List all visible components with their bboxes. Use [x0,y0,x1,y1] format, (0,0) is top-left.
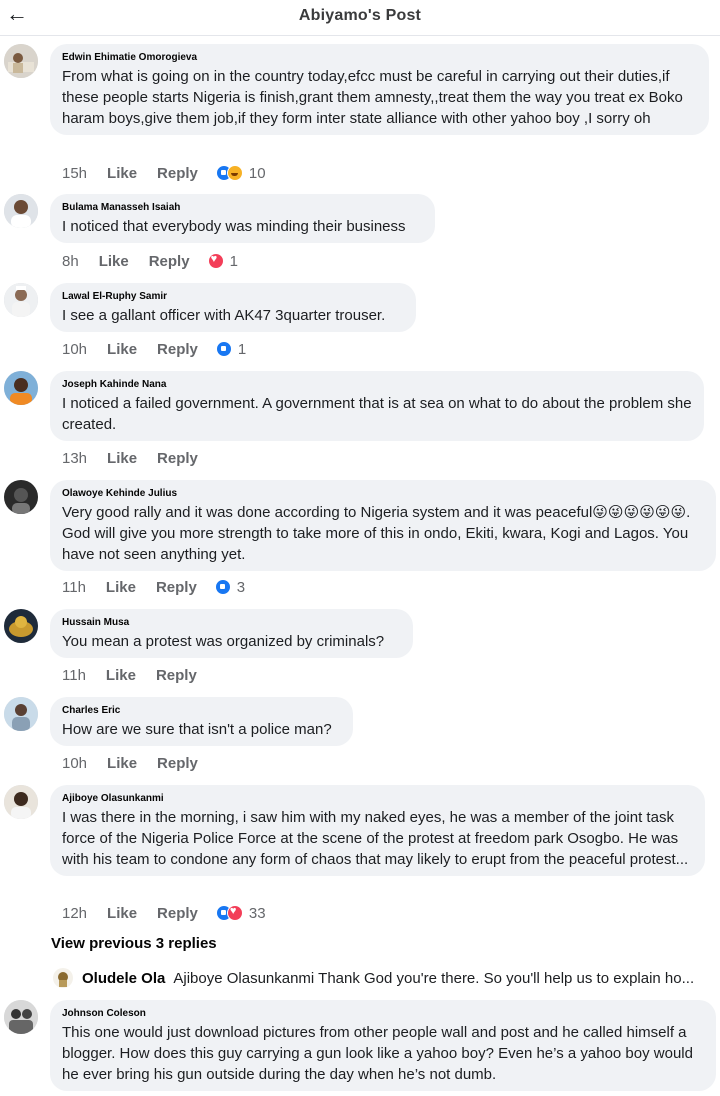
reply-button[interactable]: Reply [156,667,197,684]
comment-bubble: Bulama Manasseh Isaiah I noticed that ev… [50,194,435,243]
comment-author[interactable]: Lawal El-Ruphy Samir [62,290,404,304]
reaction-summary[interactable]: 33 [215,904,266,922]
reply-button[interactable]: Reply [157,341,198,358]
comment-time[interactable]: 11h [62,667,86,684]
avatar[interactable] [4,371,38,405]
like-button[interactable]: Like [106,579,136,596]
comment-time[interactable]: 12h [62,905,87,922]
comment-bubble: Hussain Musa You mean a protest was orga… [50,609,413,658]
avatar[interactable] [4,785,38,819]
view-previous-replies-link[interactable]: View previous 3 replies [51,935,217,952]
love-reaction-icon [207,253,224,269]
reply-author[interactable]: Oludele Ola [82,970,165,987]
reaction-count: 1 [229,252,238,270]
reaction-summary[interactable]: 1 [207,252,238,270]
comment-text: From what is going on in the country tod… [62,68,683,127]
comment-bubble: Charles Eric How are we sure that isn't … [50,697,353,746]
comment-author[interactable]: Charles Eric [62,704,341,718]
comment-text: You mean a protest was organized by crim… [62,633,385,650]
page-title: Abiyamo's Post [298,7,422,24]
comment-author[interactable]: Johnson Coleson [62,1007,704,1021]
avatar[interactable] [4,697,38,731]
reaction-summary[interactable]: 1 [215,340,247,358]
reaction-count: 1 [237,340,247,358]
reply-button[interactable]: Reply [157,905,198,922]
comment-time[interactable]: 13h [62,450,87,467]
reply-preview[interactable]: Oludele Ola Ajiboye Olasunkanmi Thank Go… [53,966,713,990]
comment-text: This one would just download pictures fr… [62,1024,693,1083]
like-button[interactable]: Like [107,165,137,182]
comment-author[interactable]: Joseph Kahinde Nana [62,378,692,392]
comment-author[interactable]: Bulama Manasseh Isaiah [62,201,423,215]
love-reaction-icon [226,905,243,921]
comment-time[interactable]: 10h [62,755,87,772]
comment-bubble: Joseph Kahinde Nana I noticed a failed g… [50,371,704,441]
reaction-count: 33 [248,904,266,922]
reply-text: Ajiboye Olasunkanmi Thank God you're the… [173,969,695,987]
comment-bubble: Olawoye Kehinde Julius Very good rally a… [50,480,716,571]
reply-button[interactable]: Reply [149,253,190,270]
comment-actions: 11h Like Reply [62,664,217,686]
comment-bubble: Lawal El-Ruphy Samir I see a gallant off… [50,283,416,332]
comment-time[interactable]: 15h [62,165,87,182]
like-reaction-icon [214,579,231,595]
reaction-count: 10 [248,164,266,182]
comment-actions: 12h Like Reply 33 [62,902,266,924]
comment-actions: 10h Like Reply 1 [62,338,246,360]
comment-time[interactable]: 11h [62,579,86,596]
comment-text: I was there in the morning, i saw him wi… [62,809,689,868]
comment-actions: 11h Like Reply 3 [62,576,245,598]
comment-author[interactable]: Hussain Musa [62,616,401,630]
avatar[interactable] [4,283,38,317]
like-button[interactable]: Like [107,905,137,922]
reply-button[interactable]: Reply [157,165,198,182]
like-button[interactable]: Like [106,667,136,684]
comment-text: I noticed a failed government. A governm… [62,395,692,433]
reaction-summary[interactable]: 3 [214,578,246,596]
reaction-count: 3 [236,578,246,596]
reply-button[interactable]: Reply [157,450,198,467]
comment-actions: 8h Like Reply 1 [62,250,238,272]
comment-actions: 15h Like Reply 10 [62,162,266,184]
avatar[interactable] [4,194,38,228]
like-button[interactable]: Like [107,450,137,467]
reaction-summary[interactable]: 10 [215,164,266,182]
like-reaction-icon [215,341,232,357]
comment-author[interactable]: Ajiboye Olasunkanmi [62,792,693,806]
comment-actions: 13h Like Reply [62,447,218,469]
comment-author[interactable]: Olawoye Kehinde Julius [62,487,704,501]
comment-text: I noticed that everybody was minding the… [62,218,406,235]
like-button[interactable]: Like [107,341,137,358]
comment-bubble: Ajiboye Olasunkanmi I was there in the m… [50,785,705,876]
haha-reaction-icon [226,165,243,181]
comment-time[interactable]: 8h [62,253,79,270]
comment-bubble: Johnson Coleson This one would just down… [50,1000,716,1091]
avatar[interactable] [4,480,38,514]
comment-text: Very good rally and it was done accordin… [62,504,691,563]
avatar[interactable] [4,44,38,78]
comment-actions: 10h Like Reply [62,752,218,774]
comment-text: I see a gallant officer with AK47 3quart… [62,307,386,324]
avatar[interactable] [4,609,38,643]
avatar[interactable] [4,1000,38,1034]
comment-text: How are we sure that isn't a police man? [62,721,332,738]
like-button[interactable]: Like [107,755,137,772]
top-bar: ← Abiyamo's Post [0,0,720,36]
avatar[interactable] [53,968,73,988]
like-button[interactable]: Like [99,253,129,270]
reply-button[interactable]: Reply [157,755,198,772]
reply-button[interactable]: Reply [156,579,197,596]
comment-author[interactable]: Edwin Ehimatie Omorogieva [62,51,697,65]
comment-bubble: Edwin Ehimatie Omorogieva From what is g… [50,44,709,135]
comment-time[interactable]: 10h [62,341,87,358]
